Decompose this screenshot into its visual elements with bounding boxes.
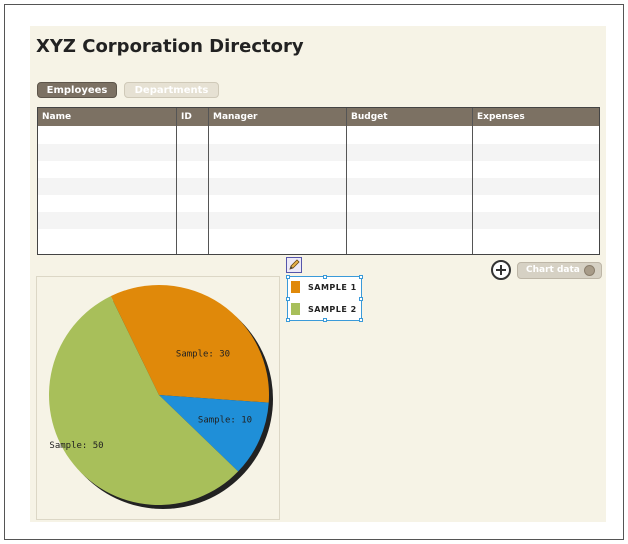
page-title: XYZ Corporation Directory (36, 36, 304, 57)
chart-data-label: Chart data (526, 265, 580, 275)
chart-data-button[interactable]: Chart data (517, 262, 602, 279)
table-row[interactable] (38, 144, 599, 161)
resize-handle[interactable] (359, 318, 363, 322)
pie-slice-label: Sample: 10 (198, 416, 252, 426)
table-row[interactable] (38, 178, 599, 195)
legend-item-sample-1: SAMPLE 1 (291, 280, 357, 294)
tab-employees[interactable]: Employees (37, 82, 117, 98)
pie-chart-panel: Sample: 30 Sample: 10 Sample: 50 (36, 276, 280, 520)
resize-handle[interactable] (359, 297, 363, 301)
legend-swatch (291, 281, 300, 293)
resize-handle[interactable] (323, 318, 327, 322)
legend-label: SAMPLE 1 (308, 282, 357, 292)
chart-legend[interactable]: SAMPLE 1 SAMPLE 2 (286, 275, 363, 322)
resize-handle[interactable] (286, 318, 290, 322)
pie-slice-label: Sample: 30 (176, 350, 230, 360)
gear-icon (584, 265, 595, 276)
column-header-id[interactable]: ID (177, 108, 192, 126)
resize-handle[interactable] (286, 297, 290, 301)
column-header-manager[interactable]: Manager (209, 108, 258, 126)
pie-chart: Sample: 30 Sample: 10 Sample: 50 (48, 285, 273, 509)
employee-grid[interactable]: Name ID Manager Budget Expenses (37, 107, 600, 255)
column-header-budget[interactable]: Budget (347, 108, 388, 126)
column-divider (208, 108, 209, 254)
column-divider (176, 108, 177, 254)
table-row[interactable] (38, 212, 599, 229)
add-icon[interactable] (491, 260, 511, 280)
tab-departments[interactable]: Departments (124, 82, 219, 98)
pencil-icon[interactable] (286, 257, 302, 273)
resize-handle[interactable] (359, 275, 363, 279)
legend-swatch (291, 303, 300, 315)
resize-handle[interactable] (323, 275, 327, 279)
resize-handle[interactable] (286, 275, 290, 279)
grid-header: Name ID Manager Budget Expenses (38, 108, 599, 126)
column-divider (346, 108, 347, 254)
legend-label: SAMPLE 2 (308, 304, 357, 314)
column-header-name[interactable]: Name (38, 108, 71, 126)
pie-slice-label: Sample: 50 (49, 441, 103, 451)
legend-item-sample-2: SAMPLE 2 (291, 302, 357, 316)
column-divider (472, 108, 473, 254)
column-header-expenses[interactable]: Expenses (473, 108, 525, 126)
